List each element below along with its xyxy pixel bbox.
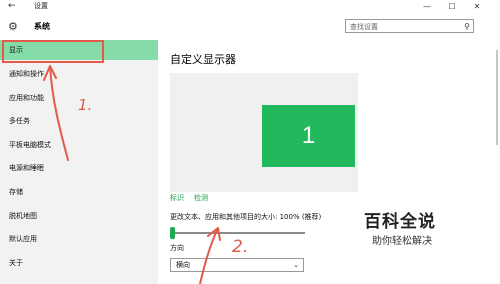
- sidebar-item-notifications[interactable]: 通知和操作: [0, 64, 158, 84]
- orientation-value: 横向: [176, 261, 190, 269]
- minimize-button[interactable]: —: [416, 0, 438, 13]
- sidebar-item-power-sleep[interactable]: 电源和睡眠: [0, 158, 158, 178]
- sidebar-item-offline-maps[interactable]: 脱机地图: [0, 206, 158, 226]
- sidebar-item-default-apps[interactable]: 默认应用: [0, 229, 158, 249]
- watermark: 百科全说 助你轻松解决: [364, 212, 476, 256]
- sidebar-item-label: 默认应用: [9, 235, 37, 243]
- sidebar-item-about[interactable]: 关于: [0, 253, 158, 273]
- chevron-down-icon: ⌄: [293, 261, 299, 269]
- sidebar-item-label: 存储: [9, 188, 23, 196]
- display-preview: 1: [170, 73, 358, 192]
- section-title: 系统: [34, 22, 50, 31]
- sidebar-item-tablet-mode[interactable]: 平板电脑模式: [0, 135, 158, 155]
- search-box[interactable]: ⚲: [345, 19, 474, 33]
- gear-icon: ⚙: [8, 20, 18, 33]
- sidebar-item-storage[interactable]: 存储: [0, 182, 158, 202]
- detect-link[interactable]: 检测: [194, 194, 208, 203]
- sidebar-item-label: 应用和功能: [9, 94, 44, 102]
- close-button[interactable]: ✕: [466, 0, 488, 13]
- orientation-dropdown[interactable]: 横向 ⌄: [170, 258, 304, 272]
- title-bar: ← 设置 — ☐ ✕: [0, 0, 500, 13]
- annotation-highlight-box: [2, 40, 104, 63]
- watermark-subtitle: 助你轻松解决: [372, 236, 432, 247]
- sidebar-item-label: 通知和操作: [9, 70, 44, 78]
- sidebar-item-apps[interactable]: 应用和功能: [0, 88, 158, 108]
- scale-slider-track[interactable]: [173, 232, 305, 234]
- sidebar-item-label: 平板电脑模式: [9, 141, 51, 149]
- scrollbar[interactable]: [496, 50, 498, 145]
- sidebar-item-label: 电源和睡眠: [9, 164, 44, 172]
- scale-label: 更改文本、应用和其他项目的大小: 100% (推荐): [170, 213, 322, 221]
- search-icon[interactable]: ⚲: [464, 21, 470, 32]
- monitor-tile[interactable]: 1: [262, 105, 355, 167]
- sidebar-item-label: 脱机地图: [9, 212, 37, 220]
- settings-header: ⚙ 系统 ⚲: [0, 13, 500, 40]
- window-title: 设置: [34, 2, 48, 10]
- search-input[interactable]: [350, 21, 454, 32]
- page-title: 自定义显示器: [170, 53, 236, 66]
- sidebar-item-multitasking[interactable]: 多任务: [0, 111, 158, 131]
- sidebar: 显示 通知和操作 应用和功能 多任务 平板电脑模式 电源和睡眠 存储 脱机地图 …: [0, 40, 158, 284]
- sidebar-item-label: 多任务: [9, 117, 30, 125]
- maximize-button[interactable]: ☐: [441, 0, 463, 13]
- orientation-label: 方向: [170, 244, 184, 252]
- sidebar-item-label: 关于: [9, 259, 23, 267]
- watermark-brand: 百科全说: [364, 212, 436, 232]
- back-arrow-icon[interactable]: ←: [8, 1, 16, 12]
- scale-slider-thumb[interactable]: [170, 227, 175, 239]
- identify-link[interactable]: 标识: [170, 194, 184, 203]
